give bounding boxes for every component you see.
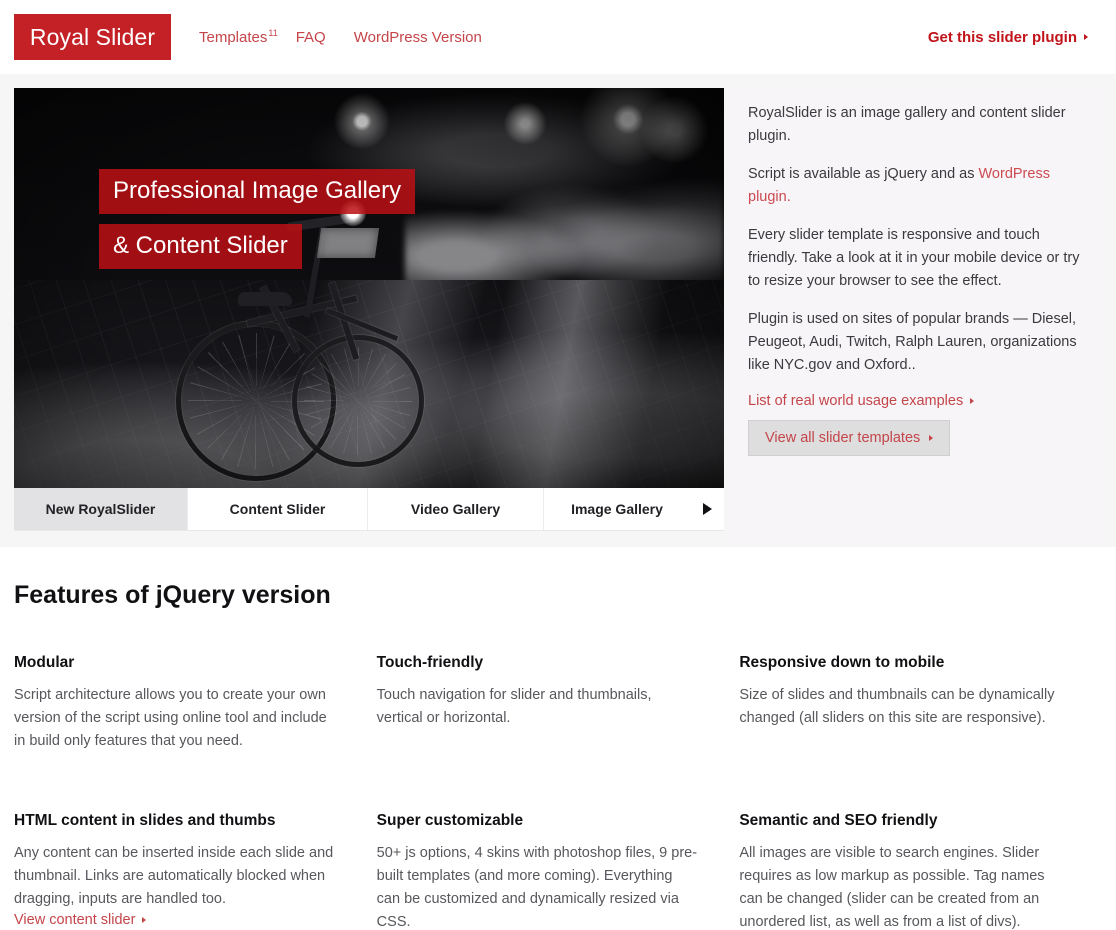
tab-content-slider-label: Content Slider — [229, 501, 326, 517]
site-logo[interactable]: Royal Slider — [14, 14, 171, 60]
triangle-right-icon — [929, 435, 934, 441]
feature-card-seo: Semantic and SEO friendly All images are… — [739, 812, 1102, 930]
features-row-2: HTML content in slides and thumbs Any co… — [14, 812, 1102, 930]
side-paragraph-brands: Plugin is used on sites of popular brand… — [748, 311, 1077, 373]
feature-body: All images are visible to search engines… — [739, 845, 1045, 930]
feature-body: 50+ js options, 4 skins with photoshop f… — [376, 845, 698, 930]
triangle-right-icon — [970, 398, 975, 404]
nav-item-templates[interactable]: Templates11 — [199, 28, 278, 46]
slider-tabs: New RoyalSlider Content Slider Video Gal… — [14, 488, 724, 531]
features-title: Features of jQuery version — [14, 581, 331, 609]
tab-new-royalslider-label: New RoyalSlider — [45, 501, 156, 517]
feature-card-responsive: Responsive down to mobile Size of slides… — [739, 654, 1102, 753]
side-paragraph-responsive: Every slider template is responsive and … — [748, 227, 1080, 289]
tab-content-slider[interactable]: Content Slider — [188, 488, 368, 530]
feature-body: Any content can be inserted inside each … — [14, 845, 334, 907]
nav-item-faq[interactable]: FAQ — [296, 29, 326, 46]
feature-card-html-content: HTML content in slides and thumbs Any co… — [14, 812, 377, 930]
get-plugin-link[interactable]: Get this slider plugin — [928, 29, 1102, 46]
get-plugin-label: Get this slider plugin — [927, 28, 1077, 46]
tabs-next-button[interactable] — [690, 488, 724, 530]
side-paragraph-intro: RoyalSlider is an image gallery and cont… — [748, 105, 1066, 144]
slider-stage[interactable]: Professional Image Gallery & Content Sli… — [14, 88, 724, 488]
view-content-slider-label: View content slider — [14, 912, 136, 928]
hero-section: Professional Image Gallery & Content Sli… — [0, 74, 1116, 547]
feature-body: Script architecture allows you to create… — [14, 687, 327, 749]
feature-heading: Semantic and SEO friendly — [739, 812, 938, 829]
side-paragraph-availability: Script is available as jQuery and as Wor… — [748, 163, 1080, 209]
triangle-right-icon — [702, 503, 712, 515]
feature-body: Size of slides and thumbnails can be dyn… — [739, 687, 1055, 726]
nav-item-templates-label: Templates — [199, 29, 268, 46]
triangle-right-icon — [142, 917, 147, 923]
features-section: Features of jQuery version Modular Scrip… — [0, 547, 1116, 930]
triangle-right-icon — [1084, 34, 1088, 40]
primary-nav: Templates11 FAQ WordPress Version — [199, 28, 482, 46]
tab-new-royalslider[interactable]: New RoyalSlider — [14, 488, 188, 530]
hero-side-panel: RoyalSlider is an image gallery and cont… — [732, 88, 1106, 547]
feature-heading: Responsive down to mobile — [739, 654, 945, 671]
view-all-templates-button[interactable]: View all slider templates — [748, 420, 951, 456]
tab-image-gallery-label: Image Gallery — [571, 501, 663, 517]
view-content-slider-link[interactable]: View content slider — [14, 912, 147, 928]
site-header: Royal Slider Templates11 FAQ WordPress V… — [0, 0, 1116, 74]
tab-video-gallery-label: Video Gallery — [410, 501, 501, 517]
feature-card-touch-friendly: Touch-friendly Touch navigation for slid… — [377, 654, 740, 753]
site-logo-text: Royal Slider — [29, 23, 156, 50]
tab-image-gallery[interactable]: Image Gallery — [544, 488, 690, 530]
feature-heading: HTML content in slides and thumbs — [14, 812, 276, 829]
nav-item-templates-count: 11 — [268, 28, 278, 38]
slider-widget: Professional Image Gallery & Content Sli… — [14, 88, 724, 547]
feature-card-modular: Modular Script architecture allows you t… — [14, 654, 377, 753]
slide-caption-line-2: & Content Slider — [99, 224, 302, 269]
feature-body: Touch navigation for slider and thumbnai… — [376, 687, 652, 726]
nav-item-wordpress-version[interactable]: WordPress Version — [354, 29, 482, 46]
view-all-templates-label: View all slider templates — [765, 430, 921, 446]
feature-heading: Touch-friendly — [376, 654, 484, 671]
usage-examples-link[interactable]: List of real world usage examples — [748, 393, 975, 409]
photo-vignette — [14, 88, 724, 488]
slide-photo-bicycle-night-street — [14, 88, 724, 488]
side-availability-text: Script is available as jQuery and as — [748, 166, 979, 182]
tab-video-gallery[interactable]: Video Gallery — [368, 488, 544, 530]
features-row-1: Modular Script architecture allows you t… — [14, 654, 1102, 753]
feature-card-customizable: Super customizable 50+ js options, 4 ski… — [377, 812, 740, 930]
feature-heading: Modular — [14, 654, 75, 671]
usage-examples-label: List of real world usage examples — [748, 393, 964, 409]
slide-caption-line-1: Professional Image Gallery — [99, 169, 416, 214]
feature-heading: Super customizable — [376, 812, 524, 829]
